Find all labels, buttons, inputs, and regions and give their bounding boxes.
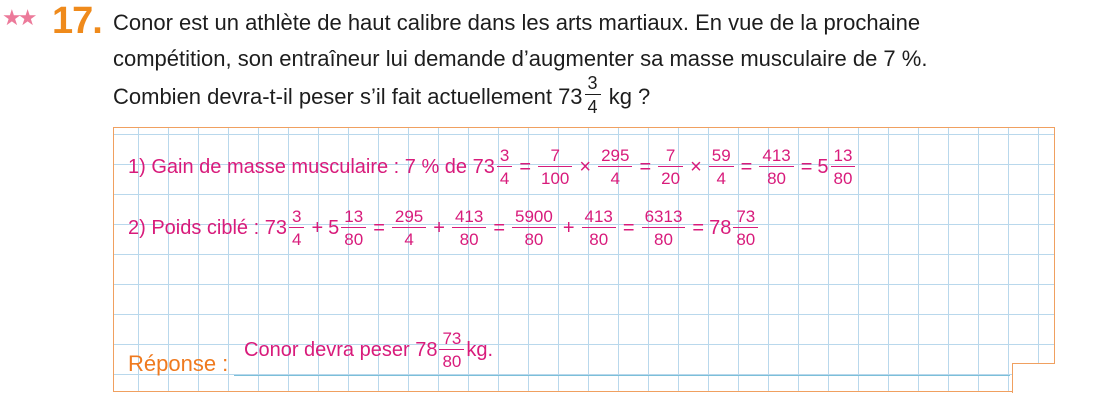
- fraction: 413 80: [759, 147, 794, 187]
- exercise-number: 17.: [52, 0, 103, 42]
- statement-text: Combien devra-t-il peser s’il fait actue…: [113, 83, 583, 109]
- answer-fraction: 73 80: [439, 330, 465, 370]
- fraction: 7 100: [538, 147, 573, 187]
- solution-2-label: 2) Poids ciblé : 73: [128, 216, 287, 239]
- fraction: 73 80: [733, 208, 759, 248]
- equals-sign: =: [740, 155, 753, 178]
- fraction: 13 80: [830, 147, 856, 187]
- grid-notch-mask: [1055, 362, 1059, 394]
- fraction: 5900 80: [512, 208, 556, 248]
- fraction: 13 80: [341, 208, 367, 248]
- statement-line-3: Combien devra-t-il peser s’il fait actue…: [113, 74, 651, 116]
- difficulty-stars: ★★: [2, 6, 38, 31]
- times-sign: ×: [579, 155, 592, 178]
- fraction: 6313 80: [641, 208, 686, 248]
- grid-notch: [1012, 363, 1056, 393]
- solution-1-label: 1) Gain de masse musculaire : 7 % de 73: [128, 155, 495, 178]
- statement-unit: kg ?: [608, 83, 651, 109]
- whole-number: 78: [709, 216, 732, 239]
- fraction: 34: [496, 147, 513, 187]
- fraction: 413 80: [581, 208, 616, 248]
- fraction-three-quarters: 34: [584, 74, 601, 116]
- plus-sign: +: [433, 216, 445, 239]
- whole-number: 5: [817, 155, 829, 178]
- fraction: 295 4: [598, 147, 633, 187]
- equals-sign: =: [639, 155, 652, 178]
- fraction: 413 80: [451, 208, 487, 248]
- equals-sign: =: [519, 155, 532, 178]
- solution-line-1: 1) Gain de masse musculaire : 7 % de 73 …: [128, 140, 857, 194]
- times-sign: ×: [690, 155, 702, 178]
- whole-number: 5: [328, 216, 340, 239]
- equals-sign: =: [800, 155, 813, 178]
- fraction: 34: [288, 208, 305, 248]
- answer-text-before: Conor devra peser 78: [244, 338, 438, 361]
- fraction: 7 20: [658, 147, 684, 187]
- solution-line-2: 2) Poids ciblé : 73 34 + 5 13 80 = 295 4 +…: [128, 201, 760, 255]
- equals-sign: =: [373, 216, 385, 239]
- answer-line: [234, 375, 1010, 376]
- answer-label: Réponse :: [128, 351, 229, 376]
- equals-sign: =: [493, 216, 505, 239]
- equals-sign: =: [622, 216, 635, 239]
- plus-sign: +: [311, 216, 324, 239]
- statement-line-1: Conor est un athlète de haut calibre dan…: [113, 10, 921, 35]
- equals-sign: =: [692, 216, 705, 239]
- answer-unit: kg.: [466, 338, 494, 361]
- answer-text: Conor devra peser 78 73 80 kg.: [244, 330, 493, 370]
- plus-sign: +: [562, 216, 575, 239]
- fraction: 295 4: [391, 208, 427, 248]
- statement-line-2: compétition, son entraîneur lui demande …: [113, 46, 928, 71]
- fraction: 59 4: [708, 147, 734, 187]
